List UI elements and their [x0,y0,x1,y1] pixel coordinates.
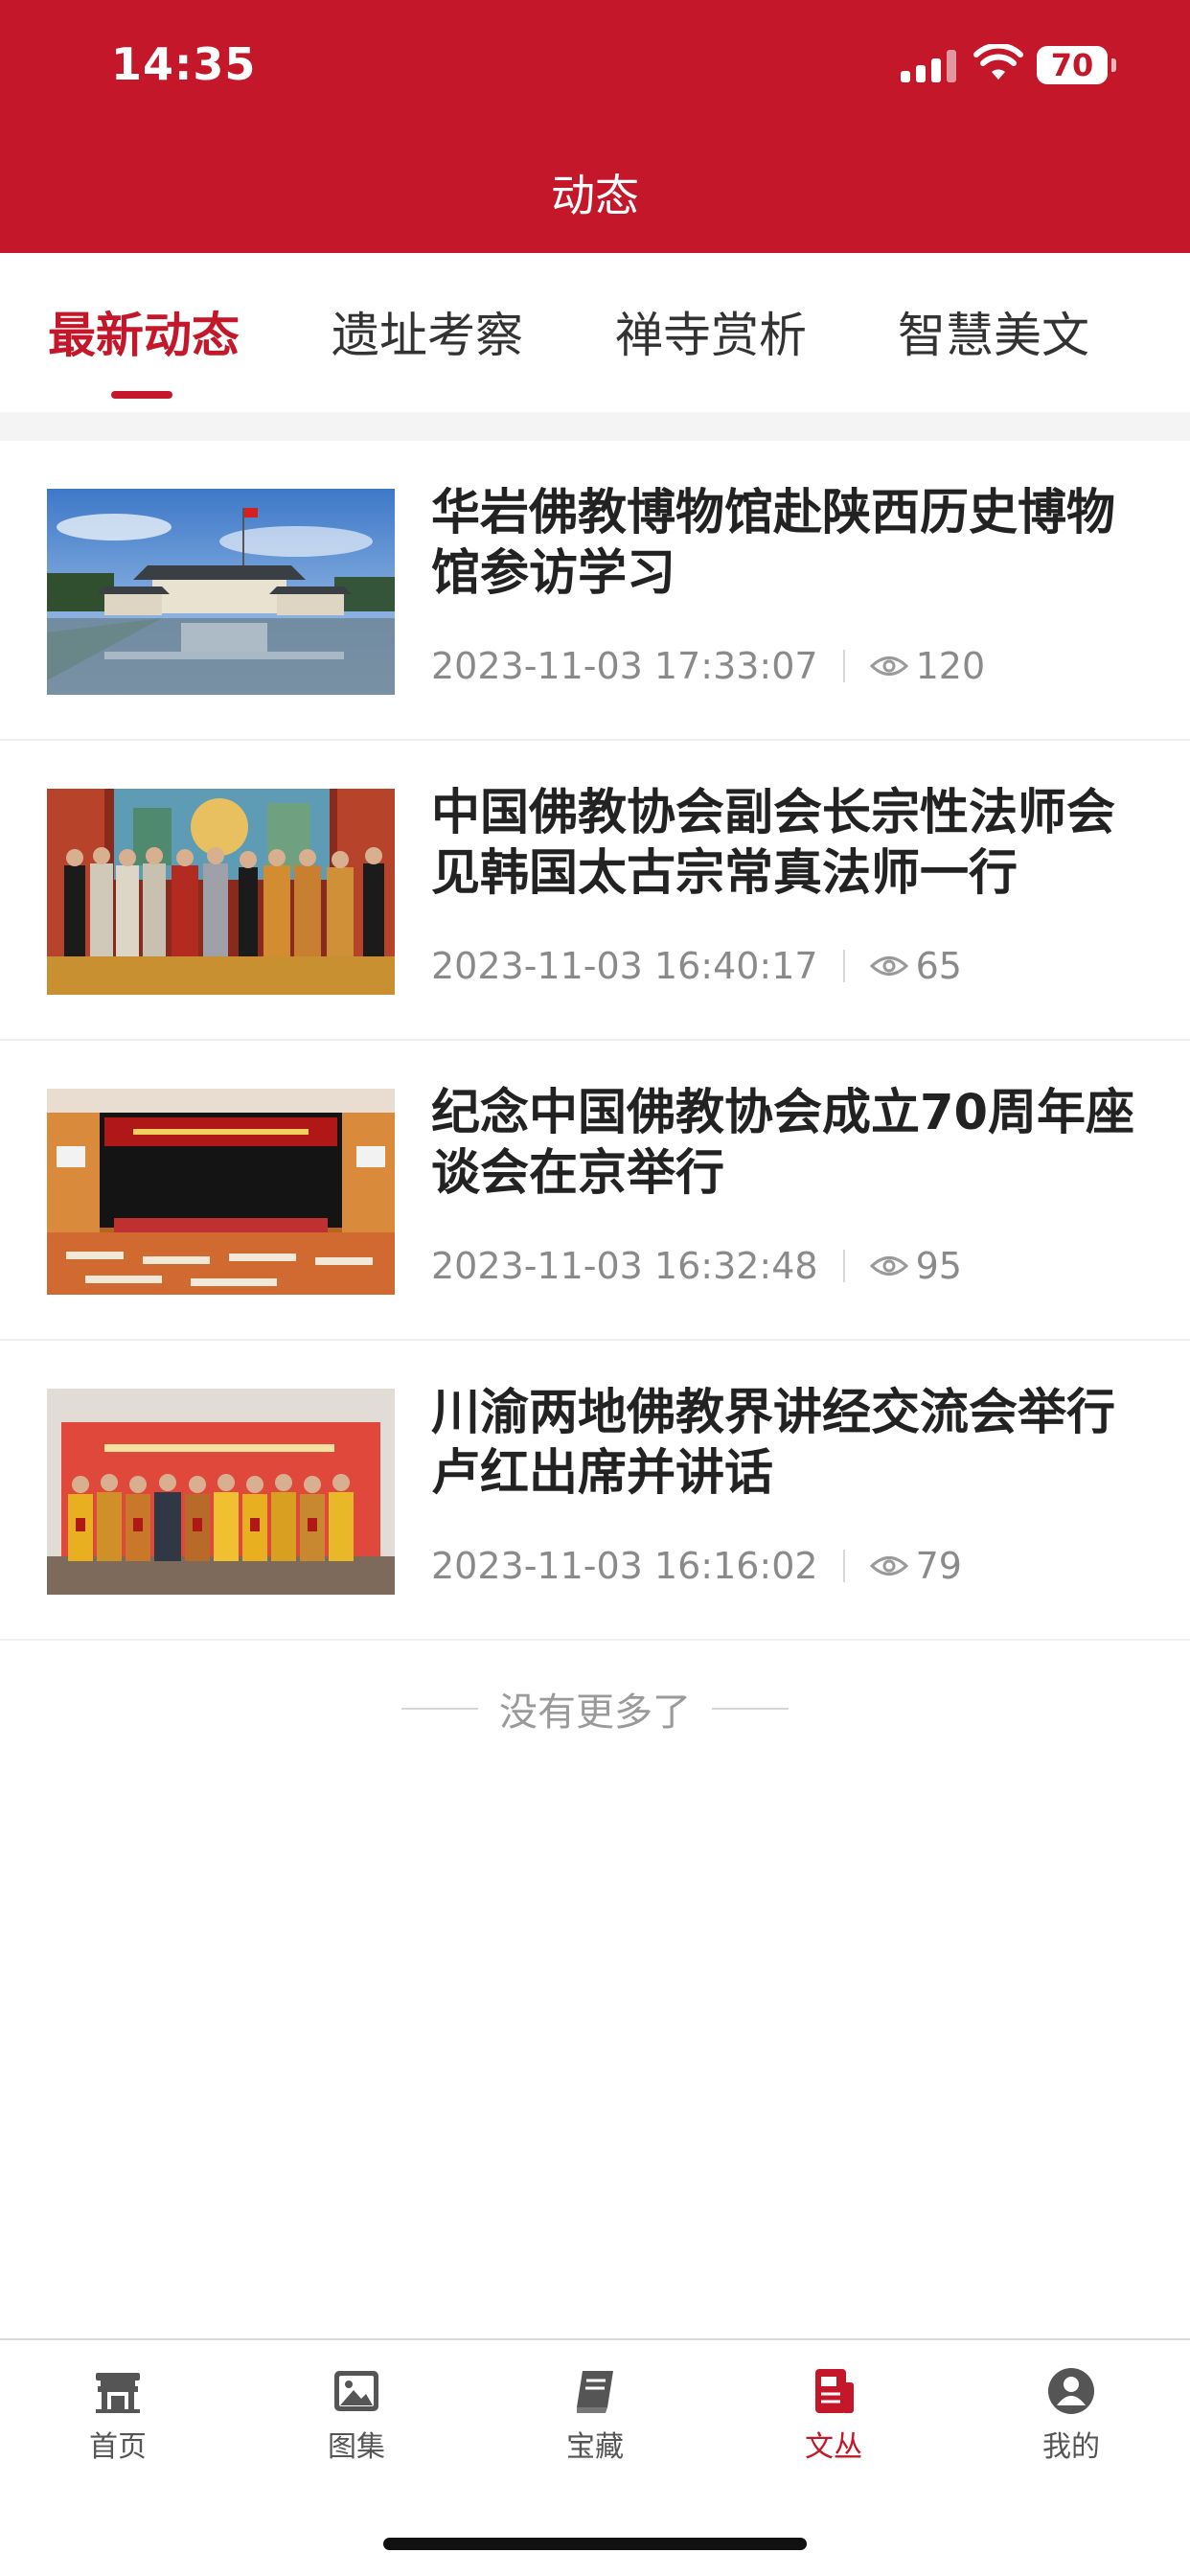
view-count: 95 [915,1245,962,1287]
wifi-icon [973,44,1023,80]
page-title: 动态 [551,170,639,221]
user-icon [1048,2368,1094,2414]
article-title[interactable]: 纪念中国佛教协会成立70周年座谈会在京举行 [431,1083,1140,1204]
museum-photo [47,489,395,695]
category-tabs: 最新动态 遗址考察 禅寺赏析 智慧美文 [0,253,1190,412]
article-date: 2023-11-03 17:33:07 [431,645,818,687]
divider [0,412,1190,441]
article-date: 2023-11-03 16:16:02 [431,1545,818,1587]
list-item[interactable]: 华岩佛教博物馆赴陕西历史博物馆参访学习 2023-11-03 17:33:07 … [0,441,1190,741]
tabbar-label: 图集 [328,2430,385,2464]
tabbar-label: 首页 [89,2430,147,2464]
article-meta: 2023-11-03 17:33:07 120 [431,642,985,690]
temple-icon [96,2373,140,2413]
tabbar-item-gallery[interactable]: 图集 [280,2365,433,2465]
list-item[interactable]: 纪念中国佛教协会成立70周年座谈会在京举行 2023-11-03 16:32:4… [0,1041,1190,1341]
header-bar: 14:35 70 动态 [0,0,1190,253]
tabbar-item-treasure[interactable]: 宝藏 [518,2365,672,2465]
document-icon [815,2369,854,2413]
article-list: 华岩佛教博物馆赴陕西历史博物馆参访学习 2023-11-03 17:33:07 … [0,441,1190,1641]
eye-icon [869,1556,908,1576]
divider [842,1550,845,1582]
battery-icon: 70 [1037,46,1116,84]
divider [401,1708,478,1710]
tabbar-label: 我的 [1042,2430,1100,2464]
view-count: 120 [915,645,986,687]
divider [842,1250,845,1282]
divider [712,1708,789,1710]
list-item[interactable]: 中国佛教协会副会长宗性法师会见韩国太古宗常真法师一行 2023-11-03 16… [0,741,1190,1041]
meeting-group-photo [47,789,395,995]
eye-icon [869,1256,908,1276]
status-time: 14:35 [111,38,257,90]
article-title[interactable]: 川渝两地佛教界讲经交流会举行卢红出席并讲话 [431,1383,1140,1504]
tab-site-survey[interactable]: 遗址考察 [332,297,523,366]
article-thumbnail[interactable] [47,1089,395,1295]
tabbar-item-articles[interactable]: 文丛 [757,2365,910,2465]
article-title[interactable]: 华岩佛教博物馆赴陕西历史博物馆参访学习 [431,483,1140,604]
article-meta: 2023-11-03 16:32:48 95 [431,1242,962,1290]
divider [842,950,845,982]
tabbar-item-home[interactable]: 首页 [41,2365,195,2465]
book-icon [577,2371,613,2413]
article-meta: 2023-11-03 16:40:17 65 [431,942,962,990]
tab-temple-appreciation[interactable]: 禅寺赏析 [615,297,807,366]
divider [842,650,845,682]
home-indicator[interactable] [383,2538,807,2550]
article-title[interactable]: 中国佛教协会副会长宗性法师会见韩国太古宗常真法师一行 [431,783,1140,904]
cellular-signal-icon [901,50,958,82]
article-thumbnail[interactable] [47,1389,395,1595]
tabbar-label: 宝藏 [566,2430,624,2464]
view-count: 79 [915,1545,962,1587]
end-of-list-indicator: 没有更多了 [0,1682,1190,1736]
eye-icon [869,956,908,976]
article-date: 2023-11-03 16:40:17 [431,945,818,987]
no-more-text: 没有更多了 [499,1690,691,1735]
conference-hall-photo [47,1089,395,1295]
tab-wisdom-essays[interactable]: 智慧美文 [898,297,1089,366]
tabbar-item-profile[interactable]: 我的 [995,2365,1148,2465]
list-item[interactable]: 川渝两地佛教界讲经交流会举行卢红出席并讲话 2023-11-03 16:16:0… [0,1341,1190,1641]
eye-icon [869,656,908,676]
tab-latest-news[interactable]: 最新动态 [48,297,240,366]
article-thumbnail[interactable] [47,789,395,995]
tabbar-label: 文丛 [805,2430,862,2464]
active-tab-indicator [111,391,172,399]
monks-group-photo [47,1389,395,1595]
article-date: 2023-11-03 16:32:48 [431,1245,818,1287]
view-count: 65 [915,945,962,987]
image-icon [334,2371,378,2411]
article-meta: 2023-11-03 16:16:02 79 [431,1542,962,1590]
article-thumbnail[interactable] [47,489,395,695]
